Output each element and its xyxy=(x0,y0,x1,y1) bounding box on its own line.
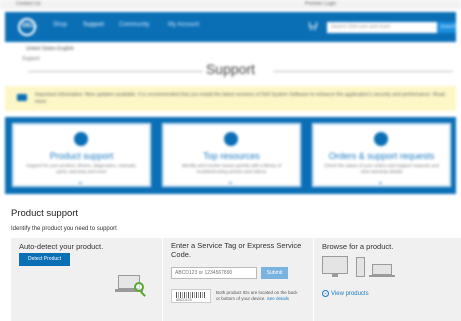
card-title: Top resources xyxy=(203,151,260,161)
view-products-label: View products xyxy=(331,291,369,298)
search-placeholder: Search Dell.com and more xyxy=(331,24,391,30)
nav-item-community[interactable]: Community xyxy=(119,22,149,28)
nav-item-my-account[interactable]: My Account xyxy=(168,22,199,28)
page-title: Support xyxy=(205,61,256,77)
card-title: Product support xyxy=(49,151,114,161)
submit-button[interactable]: Submit xyxy=(261,267,288,279)
card-orders-support[interactable]: Orders & support requests Check the stat… xyxy=(312,123,451,187)
cart-icon[interactable] xyxy=(308,21,318,31)
logo-text: DELL xyxy=(22,23,38,29)
devices-icon xyxy=(322,254,397,280)
column-divider xyxy=(313,238,314,321)
card-top-resources[interactable]: Top resources Identify and resolve issue… xyxy=(162,123,301,187)
column-divider xyxy=(162,238,163,321)
support-cards-band: Product support Support for your product… xyxy=(5,117,456,194)
auto-detect-title: Auto-detect your product. xyxy=(19,242,104,251)
utility-bar: Contact Us Premier Login xyxy=(0,0,461,9)
chevron-down-circle-icon: ⌄ xyxy=(322,290,329,297)
search-input[interactable]: Search Dell.com and more xyxy=(327,22,437,33)
detect-product-button[interactable]: Detect Product xyxy=(19,253,70,266)
card-desc: Identify and resolve issues quickly with… xyxy=(181,163,282,174)
barcode-icon: ABCD123 xyxy=(171,289,211,303)
search-button[interactable]: Search xyxy=(437,22,456,33)
see-details-link[interactable]: See details xyxy=(267,296,289,301)
nav-item-shop[interactable]: Shop xyxy=(53,22,67,28)
service-tag-input[interactable] xyxy=(171,267,257,279)
search-button-label: Search xyxy=(440,24,456,30)
cart-icon xyxy=(374,132,388,146)
title-divider-right xyxy=(273,71,453,72)
premier-login-link[interactable]: Premier Login xyxy=(305,1,336,7)
blurred-header-region: Contact Us Premier Login DELL Shop Suppo… xyxy=(0,0,461,200)
service-tag-help: Both product IDs are located on the back… xyxy=(216,290,298,302)
card-title: Orders & support requests xyxy=(328,151,435,161)
service-tag-title: Enter a Service Tag or Express Service C… xyxy=(171,241,302,259)
gear-icon xyxy=(74,132,88,146)
nav-item-support[interactable]: Support xyxy=(83,22,104,28)
dell-logo[interactable]: DELL xyxy=(18,18,38,36)
chevron-down-icon: ⌄ xyxy=(377,177,384,186)
browse-title: Browse for a product. xyxy=(322,242,394,251)
contact-us-link[interactable]: Contact Us xyxy=(16,1,41,7)
product-support-subtitle: Identify the product you need to support xyxy=(11,226,117,232)
chevron-down-icon: ⌄ xyxy=(227,177,234,186)
product-support-heading: Product support xyxy=(11,208,79,219)
notice-banner: Important information: New updates avail… xyxy=(5,86,456,111)
barcode-number: ABCD123 xyxy=(176,298,192,302)
main-nav: DELL Shop Support Community My Account S… xyxy=(5,12,456,42)
info-icon xyxy=(17,94,27,101)
notice-text: Important information: New updates avail… xyxy=(35,92,445,105)
view-products-link[interactable]: ⌄ View products xyxy=(322,290,369,297)
chevron-down-icon: ⌄ xyxy=(77,177,84,186)
lightbulb-icon xyxy=(224,132,238,146)
card-product-support[interactable]: Product support Support for your product… xyxy=(12,123,151,187)
card-desc: Support for your product: drivers, diagn… xyxy=(26,163,137,174)
laptop-search-icon xyxy=(115,275,146,297)
region-selector[interactable]: United States English xyxy=(26,46,74,52)
card-desc: Check the status of your orders and supp… xyxy=(324,163,439,174)
